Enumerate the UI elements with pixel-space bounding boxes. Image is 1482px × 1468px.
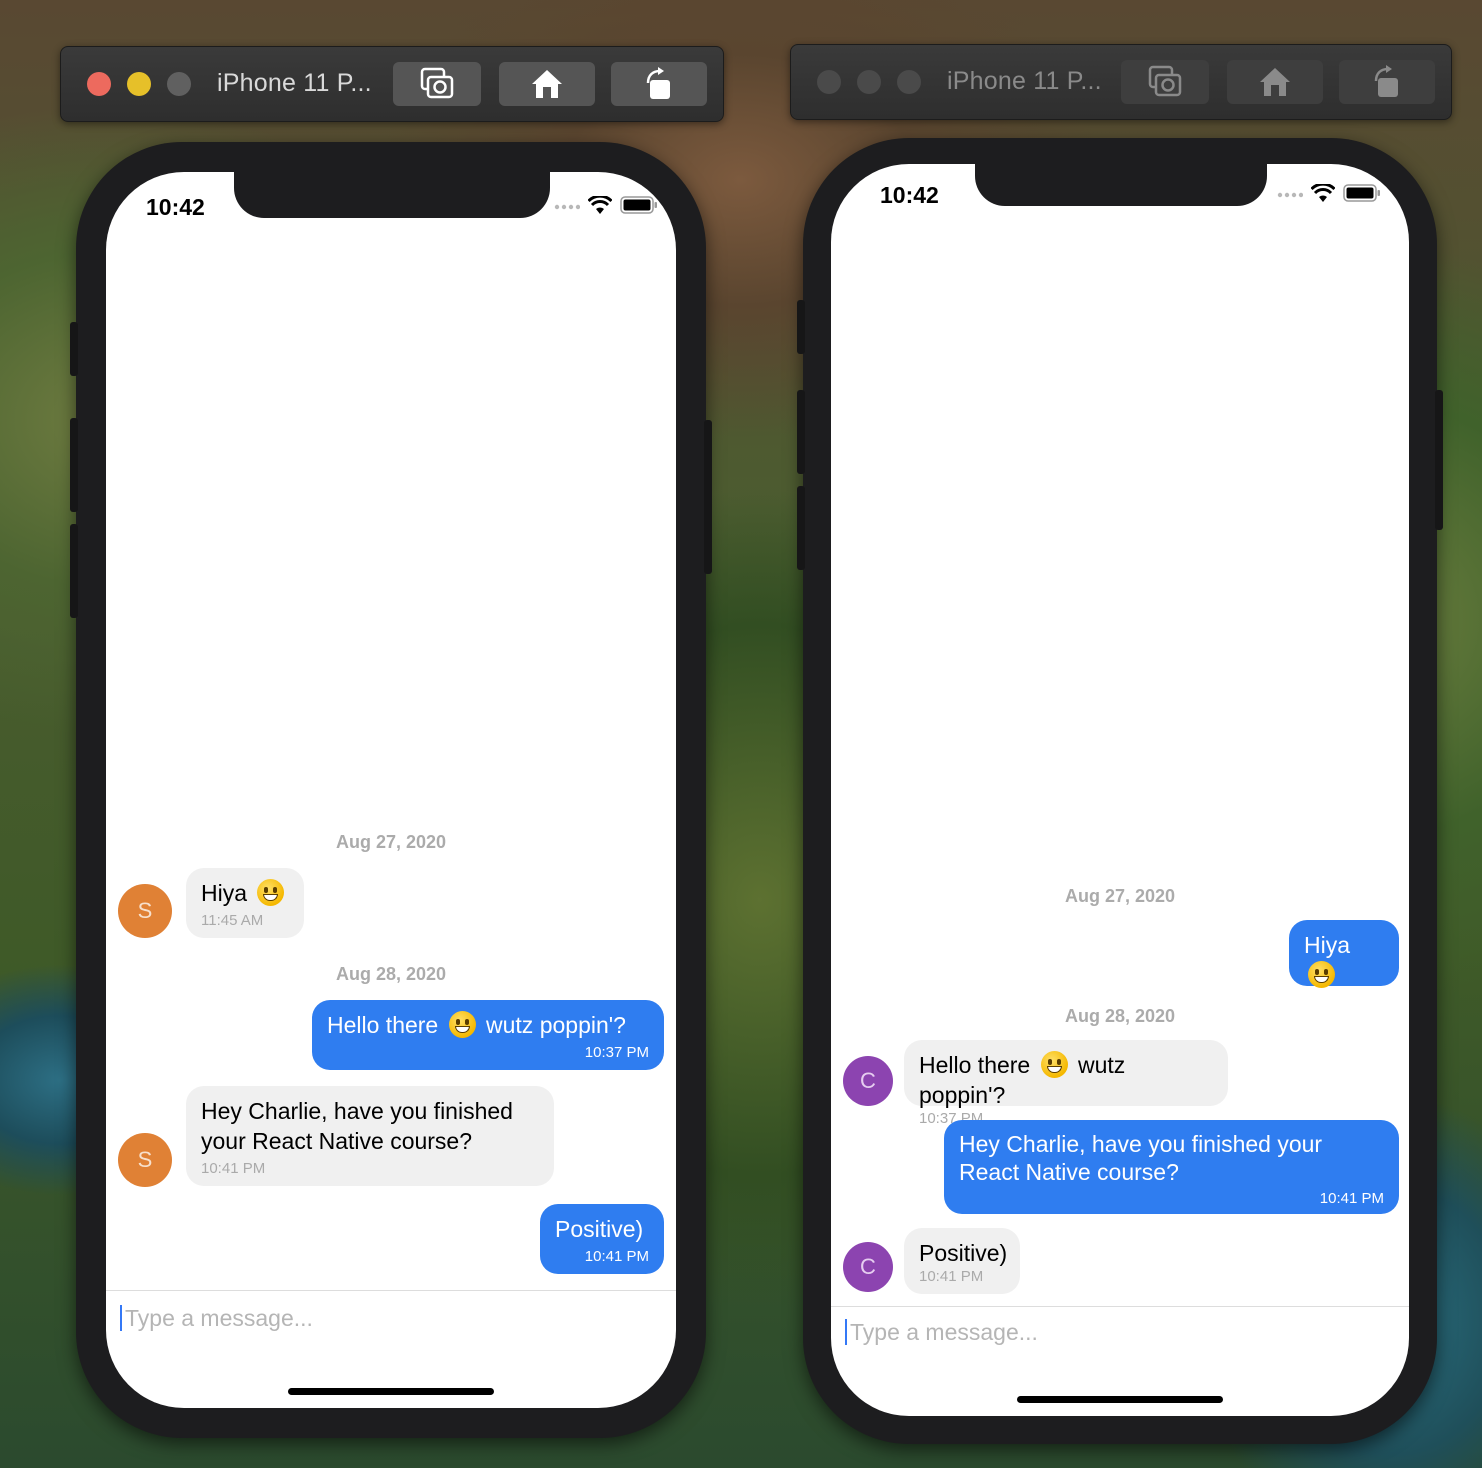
message-time: 11:45 AM [201, 912, 264, 929]
rotate-icon [1374, 65, 1398, 97]
volume-up-button [70, 418, 78, 512]
camera-icon [420, 67, 454, 99]
close-window-button[interactable] [817, 70, 841, 94]
close-window-button[interactable] [87, 72, 111, 96]
grinning-face-emoji-icon [1308, 961, 1335, 988]
beaming-face-emoji-icon [448, 1011, 476, 1038]
status-time: 10:42 [880, 182, 939, 208]
right-iphone-frame: 10:42 Aug 27, 2020 Hiya 11:45 AM Aug 28,… [797, 138, 1443, 1444]
message-text-part: Hello there [919, 1052, 1031, 1078]
left-simulator-toolbar: iPhone 11 P... [60, 46, 724, 122]
home-icon [1260, 68, 1290, 96]
message-text: Hello there wutz poppin'? [327, 1010, 649, 1040]
message-time: 11:45 AM [1321, 990, 1384, 1007]
home-indicator[interactable] [288, 1388, 494, 1395]
message-bubble-outgoing[interactable]: Hello there wutz poppin'? 10:37 PM [312, 1000, 664, 1070]
cellular-signal-icon [1277, 192, 1303, 198]
notch [975, 164, 1267, 206]
message-text: Hiya [201, 878, 289, 908]
mute-switch [70, 322, 78, 376]
wifi-icon [588, 196, 612, 214]
message-input[interactable]: Type a message... [845, 1319, 1038, 1345]
message-text-part: Hiya [201, 880, 248, 906]
minimize-window-button[interactable] [127, 72, 151, 96]
date-separator: Aug 28, 2020 [1064, 1006, 1176, 1026]
grinning-face-emoji-icon [257, 879, 285, 906]
zoom-window-button [897, 70, 921, 94]
volume-up-button [797, 390, 805, 474]
message-text-part: Hiya [1304, 932, 1351, 958]
status-icons [554, 196, 658, 214]
message-text: Hello there wutz poppin'? [919, 1050, 1213, 1110]
home-icon [532, 70, 562, 98]
volume-down-button [797, 486, 805, 570]
camera-icon [1148, 65, 1182, 97]
message-text: Hiya [1304, 930, 1384, 990]
home-button[interactable] [499, 62, 595, 106]
message-text: Positive) [555, 1216, 644, 1242]
battery-icon [1343, 184, 1380, 202]
message-bubble-outgoing[interactable]: Hiya 11:45 AM [1289, 920, 1399, 1007]
message-bubble-incoming[interactable]: Positive) 10:41 PM [904, 1228, 1020, 1294]
left-iphone-frame: 10:42 Aug 27, 2020 S Hiya 11:45 AM Aug 2… [70, 142, 712, 1438]
message-time: 10:41 PM [201, 1160, 266, 1177]
minimize-window-button[interactable] [857, 70, 881, 94]
message-text-part: Hello there [327, 1012, 439, 1038]
cellular-signal-icon [554, 204, 580, 210]
power-button [704, 420, 712, 574]
date-separator: Aug 27, 2020 [335, 832, 447, 852]
beaming-face-emoji-icon [1040, 1051, 1068, 1078]
rotate-button[interactable] [611, 62, 707, 106]
right-simulator-toolbar: iPhone 11 P... [790, 44, 1452, 120]
message-bubble-outgoing[interactable]: Positive) 10:41 PM [540, 1204, 664, 1274]
power-button [1435, 390, 1443, 530]
avatar[interactable]: S [118, 884, 172, 938]
simulator-title: iPhone 11 P... [947, 67, 1102, 95]
date-separator: Aug 28, 2020 [335, 964, 447, 984]
screenshot-button[interactable] [393, 62, 481, 106]
avatar[interactable]: S [118, 1133, 172, 1187]
status-time: 10:42 [146, 194, 205, 220]
rotate-icon [646, 67, 670, 99]
home-button[interactable] [1227, 60, 1323, 104]
message-time: 10:41 PM [919, 1268, 984, 1285]
message-bubble-incoming[interactable]: Hiya 11:45 AM [186, 868, 304, 938]
avatar[interactable]: C [843, 1056, 893, 1106]
wifi-icon [1311, 184, 1335, 202]
chat-screen: 10:42 Aug 27, 2020 Hiya 11:45 AM Aug 28,… [831, 164, 1409, 1416]
status-icons [1277, 184, 1381, 202]
simulator-title: iPhone 11 P... [217, 69, 372, 97]
rotate-button[interactable] [1339, 60, 1435, 104]
message-text: Hey Charlie, have you finished your Reac… [959, 1131, 1323, 1185]
message-time: 10:37 PM [584, 1044, 649, 1061]
avatar[interactable]: C [843, 1242, 893, 1292]
zoom-window-button [167, 72, 191, 96]
battery-icon [620, 196, 657, 214]
message-input[interactable]: Type a message... [120, 1305, 313, 1331]
home-indicator[interactable] [1017, 1396, 1223, 1403]
notch [234, 172, 550, 218]
message-text: Hey Charlie, have you finished your Reac… [201, 1098, 513, 1154]
volume-down-button [70, 524, 78, 618]
message-time: 10:41 PM [1319, 1190, 1384, 1207]
mute-switch [797, 300, 805, 354]
date-separator: Aug 27, 2020 [1064, 886, 1176, 906]
message-text-part: wutz poppin'? [486, 1012, 626, 1038]
message-bubble-incoming[interactable]: Hello there wutz poppin'? 10:37 PM [904, 1040, 1228, 1127]
message-bubble-outgoing[interactable]: Hey Charlie, have you finished your Reac… [944, 1120, 1399, 1214]
message-time: 10:41 PM [584, 1248, 649, 1265]
chat-screen: 10:42 Aug 27, 2020 S Hiya 11:45 AM Aug 2… [106, 172, 676, 1408]
message-bubble-incoming[interactable]: Hey Charlie, have you finished your Reac… [186, 1086, 554, 1186]
message-text: Positive) [919, 1240, 1008, 1266]
screenshot-button[interactable] [1121, 60, 1209, 104]
